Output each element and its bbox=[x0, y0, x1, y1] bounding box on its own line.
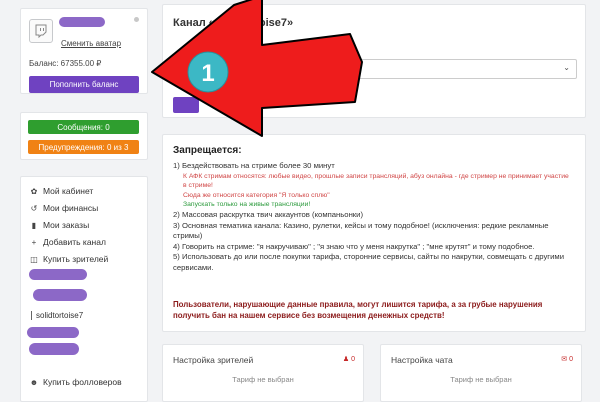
users-icon: ☻ bbox=[29, 377, 39, 387]
redaction-4 bbox=[29, 343, 79, 355]
sidebar-channel-name[interactable]: solidtortoise7 bbox=[31, 311, 83, 320]
palette-icon: ✿ bbox=[30, 186, 38, 196]
rule-2: 2) Массовая раскрутка твич аккаунтов (ко… bbox=[173, 209, 364, 219]
notifications-card: Сообщения: 0 Предупреждения: 0 из 3 bbox=[20, 112, 148, 160]
username-redaction bbox=[59, 17, 105, 27]
channel-select[interactable]: ⌄ bbox=[173, 59, 577, 79]
viewers-settings-card: Настройка зрителей ♟ 0 Тариф не выбран bbox=[162, 344, 364, 402]
balance-text: Баланс: 67355.00 ₽ bbox=[29, 59, 102, 68]
rules-list: 1) Бездействовать на стриме более 30 мин… bbox=[173, 161, 573, 274]
warnings-button[interactable]: Предупреждения: 0 из 3 bbox=[28, 140, 139, 154]
rules-title: Запрещается: bbox=[173, 145, 242, 156]
sidebar-item-add-channel[interactable]: + Добавить канал bbox=[29, 237, 106, 247]
chat-tariff-status: Тариф не выбран bbox=[450, 375, 512, 384]
channel-title: Канал «solidtortoise7» bbox=[173, 17, 294, 29]
channel-action-button[interactable] bbox=[173, 97, 199, 113]
rules-card: Запрещается: 1) Бездействовать на стриме… bbox=[162, 134, 586, 332]
envelope-icon: ✉ bbox=[561, 356, 568, 363]
status-dot bbox=[134, 17, 139, 22]
viewers-tariff-status: Тариф не выбран bbox=[232, 375, 294, 384]
sidebar-item-finances[interactable]: ↺ Мои финансы bbox=[29, 203, 99, 213]
rule-1-note-sleep: Сюда же относится категория "Я только сп… bbox=[183, 191, 330, 199]
sidebar-item-cabinet[interactable]: ✿ Мой кабинет bbox=[29, 186, 94, 196]
redaction-3 bbox=[27, 327, 79, 338]
twitch-avatar-icon[interactable] bbox=[29, 19, 53, 43]
change-avatar-link[interactable]: Сменить аватар bbox=[61, 39, 121, 48]
rule-4: 4) Говорить на стриме: "я накручиваю" ; … bbox=[173, 241, 535, 251]
messages-button[interactable]: Сообщения: 0 bbox=[28, 120, 139, 134]
rules-warning: Пользователи, нарушающие данные правила,… bbox=[173, 300, 543, 320]
sidebar-item-orders[interactable]: ▮ Мои заказы bbox=[29, 220, 89, 230]
redaction-1 bbox=[29, 269, 87, 280]
chat-settings-title: Настройка чата bbox=[391, 355, 453, 365]
viewers-badge: ♟ 0 bbox=[342, 355, 355, 364]
rule-5: 5) Использовать до или после покупки тар… bbox=[173, 252, 564, 272]
sidebar-item-buy-followers[interactable]: ☻ Купить фолловеров bbox=[29, 377, 122, 387]
user-icon: ♟ bbox=[342, 356, 350, 363]
chat-settings-card: Настройка чата ✉ 0 Тариф не выбран bbox=[380, 344, 582, 402]
plus-icon: + bbox=[31, 237, 37, 247]
chevron-down-icon: ⌄ bbox=[563, 63, 570, 72]
twitch-icon: ◫ bbox=[30, 254, 38, 264]
rule-1-note-live: Запускать только на живые трансляции! bbox=[183, 201, 311, 209]
sidebar-menu: ✿ Мой кабинет ↺ Мои финансы ▮ Мои заказы + Д… bbox=[20, 176, 148, 402]
rule-1: 1) Бездействовать на стриме более 30 мин… bbox=[173, 161, 335, 170]
sidebar-item-buy-viewers[interactable]: ◫ Купить зрителей bbox=[29, 254, 108, 264]
channel-card: Канал «solidtortoise7» ⌄ bbox=[162, 4, 586, 118]
topup-balance-button[interactable]: Пополнить баланс bbox=[29, 76, 139, 93]
rule-1-note-afk: К АФК стримам относятся: любые видео, пр… bbox=[183, 172, 569, 190]
viewers-settings-title: Настройка зрителей bbox=[173, 355, 254, 365]
redaction-2 bbox=[33, 289, 87, 301]
chat-badge: ✉ 0 bbox=[561, 355, 573, 364]
profile-card: Сменить аватар Баланс: 67355.00 ₽ Пополн… bbox=[20, 8, 148, 94]
rule-3: 3) Основная тематика канала: Казино, рул… bbox=[173, 220, 549, 241]
book-icon: ▮ bbox=[31, 220, 37, 230]
history-icon: ↺ bbox=[30, 203, 38, 213]
